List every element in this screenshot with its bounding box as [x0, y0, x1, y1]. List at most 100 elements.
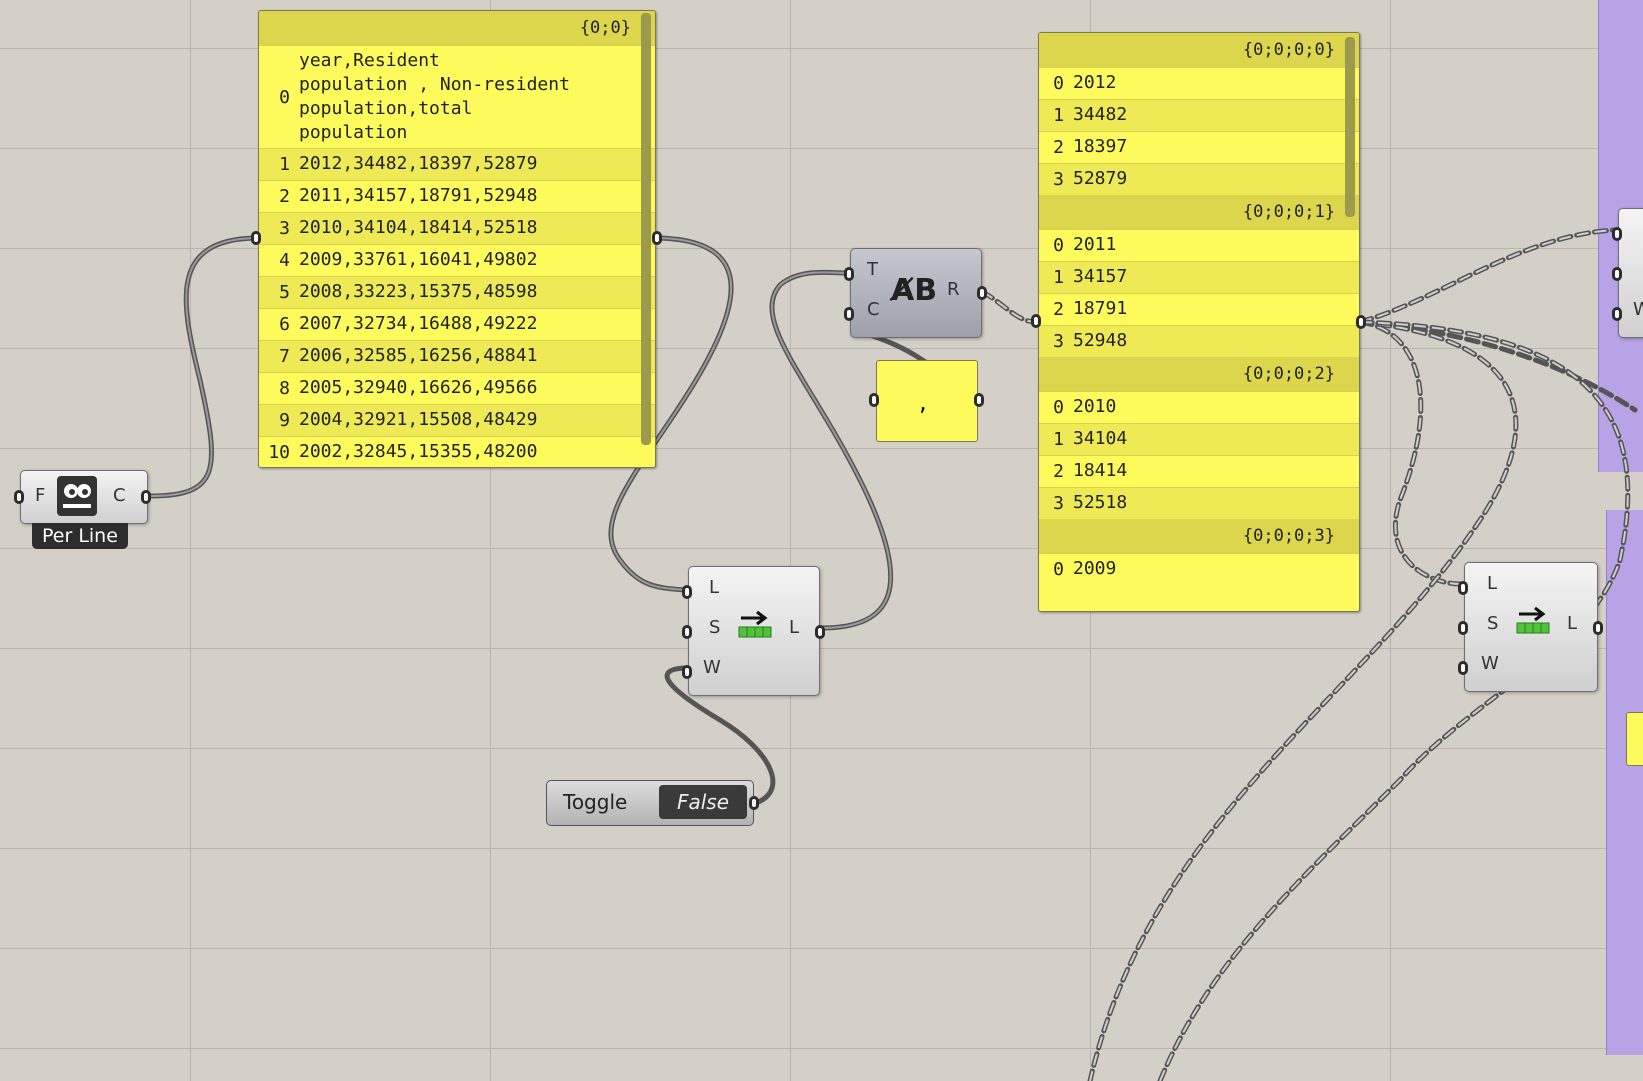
input-c-grip[interactable]	[844, 307, 854, 321]
row-value: year,Resident population , Non-resident …	[299, 50, 570, 143]
result-row: 2 18414	[1039, 455, 1359, 487]
input-t-grip[interactable]	[844, 267, 854, 281]
result-row: 1 34104	[1039, 423, 1359, 455]
split-text-component[interactable]: T C A̸B R	[844, 248, 987, 338]
partial-grip-2[interactable]	[1612, 267, 1622, 281]
result-row-value: 52948	[1073, 330, 1128, 351]
shift-list-component-2[interactable]: L S W L	[1458, 562, 1603, 692]
output-l-label: L	[789, 617, 800, 638]
output-l-grip[interactable]	[815, 625, 825, 639]
row-value: 2011,34157,18791,52948	[299, 185, 538, 206]
result-row-index: 1	[1053, 105, 1064, 126]
result-row: 2 18791	[1039, 293, 1359, 325]
panel-scrollbar[interactable]	[641, 13, 651, 445]
input-s-label: S	[709, 617, 721, 638]
row-index: 3	[279, 218, 290, 239]
output-l-label-2: L	[1567, 613, 1578, 634]
group-region-bottom[interactable]	[1606, 510, 1643, 1055]
panel-row: 1 2012,34482,18397,52879	[259, 148, 655, 180]
data-panel-input-grip[interactable]	[251, 231, 261, 245]
result-output-grip[interactable]	[1356, 315, 1366, 329]
input-l-grip-2[interactable]	[1458, 581, 1468, 595]
row-value: 2008,33223,15375,48598	[299, 281, 538, 302]
row-index: 1	[279, 154, 290, 175]
panel-row: 3 2010,34104,18414,52518	[259, 212, 655, 244]
input-w-grip[interactable]	[682, 665, 692, 679]
read-file-component[interactable]: F C	[14, 470, 151, 524]
result-row: 3 52948	[1039, 325, 1359, 357]
result-row-value: 18414	[1073, 460, 1128, 481]
output-c-label: C	[113, 485, 126, 506]
partial-grip-3[interactable]	[1612, 307, 1622, 321]
toggle-label: Toggle	[563, 790, 628, 814]
input-l-grip[interactable]	[682, 585, 692, 599]
panel-row: 6 2007,32734,16488,49222	[259, 308, 655, 340]
data-panel[interactable]: {0;0} 0 year,Resident population , Non-re…	[258, 10, 656, 468]
boolean-toggle[interactable]: Toggle False	[546, 780, 759, 826]
row-index: 6	[279, 314, 290, 335]
result-row: 0 2010	[1039, 391, 1359, 423]
panel-row: 5 2008,33223,15375,48598	[259, 276, 655, 308]
result-scrollbar[interactable]	[1345, 37, 1355, 217]
grasshopper-canvas[interactable]	[0, 0, 1643, 1081]
file-reader-icon	[57, 476, 97, 516]
result-row-index: 2	[1053, 299, 1064, 320]
row-value: 2010,34104,18414,52518	[299, 217, 538, 238]
result-row-value: 52879	[1073, 168, 1128, 189]
row-value: 2005,32940,16626,49566	[299, 377, 538, 398]
output-r-grip[interactable]	[977, 286, 987, 300]
result-row-value: 52518	[1073, 492, 1128, 513]
toggle-value[interactable]: False	[659, 785, 747, 819]
result-row: 1 34482	[1039, 99, 1359, 131]
result-row-index: 3	[1053, 169, 1064, 190]
result-group-path: {0;0;0;2}	[1039, 357, 1359, 391]
row-index: 10	[268, 442, 290, 463]
result-row-index: 0	[1053, 235, 1064, 256]
row-index: 7	[279, 346, 290, 367]
result-panel[interactable]: {0;0;0;0} 0 2012 1 34482 2 18397 3 52879 {0;0;0;1…	[1038, 32, 1360, 612]
input-w-label: W	[703, 657, 721, 678]
result-group-items: 0 2010 1 34104 2 18414 3 52518	[1039, 391, 1359, 519]
panel-row: 2 2011,34157,18791,52948	[259, 180, 655, 212]
input-f-grip[interactable]	[14, 490, 24, 504]
output-l-grip-2[interactable]	[1593, 621, 1603, 635]
input-s-grip[interactable]	[682, 625, 692, 639]
separator-input-grip[interactable]	[869, 393, 879, 407]
per-line-tag: Per Line	[32, 523, 128, 549]
separator-panel[interactable]: ,	[876, 360, 978, 442]
result-row: 1 34157	[1039, 261, 1359, 293]
result-row: 0 2009	[1039, 553, 1359, 585]
panel-rows: 0 year,Resident population , Non-resident…	[259, 45, 655, 467]
result-group-path: {0;0;0;3}	[1039, 519, 1359, 553]
result-row: 3 52879	[1039, 163, 1359, 195]
row-index: 4	[279, 250, 290, 271]
row-value: 2002,32845,15355,48200	[299, 441, 538, 462]
input-w-grip-2[interactable]	[1458, 661, 1468, 675]
partial-yellow-panel[interactable]	[1626, 712, 1643, 766]
input-f-label: F	[35, 485, 46, 506]
row-value: 2006,32585,16256,48841	[299, 345, 538, 366]
result-row-index: 1	[1053, 267, 1064, 288]
panel-row: 4 2009,33761,16041,49802	[259, 244, 655, 276]
result-row-value: 2010	[1073, 396, 1117, 417]
input-s-label-2: S	[1487, 613, 1499, 634]
result-row-index: 0	[1053, 559, 1064, 580]
separator-value: ,	[917, 391, 930, 415]
result-row: 2 18397	[1039, 131, 1359, 163]
data-panel-output-grip[interactable]	[652, 231, 662, 245]
result-input-grip[interactable]	[1031, 314, 1041, 328]
result-groups: {0;0;0;0} 0 2012 1 34482 2 18397 3 52879 {0;0;0;1…	[1039, 33, 1359, 585]
result-group-items: 0 2012 1 34482 2 18397 3 52879	[1039, 67, 1359, 195]
shift-list-icon-2	[1515, 605, 1551, 635]
toggle-output-grip[interactable]	[749, 796, 759, 810]
shift-list-component-1[interactable]: L S W L	[682, 566, 825, 696]
partial-grip-1[interactable]	[1612, 227, 1622, 241]
panel-row: 10 2002,32845,15355,48200	[259, 436, 655, 467]
output-c-grip[interactable]	[141, 490, 151, 504]
separator-output-grip[interactable]	[974, 393, 984, 407]
result-row-value: 2009	[1073, 558, 1117, 579]
input-s-grip-2[interactable]	[1458, 621, 1468, 635]
input-w-label-2: W	[1481, 653, 1499, 674]
result-row-index: 0	[1053, 397, 1064, 418]
partial-component[interactable]: W	[1612, 208, 1643, 338]
